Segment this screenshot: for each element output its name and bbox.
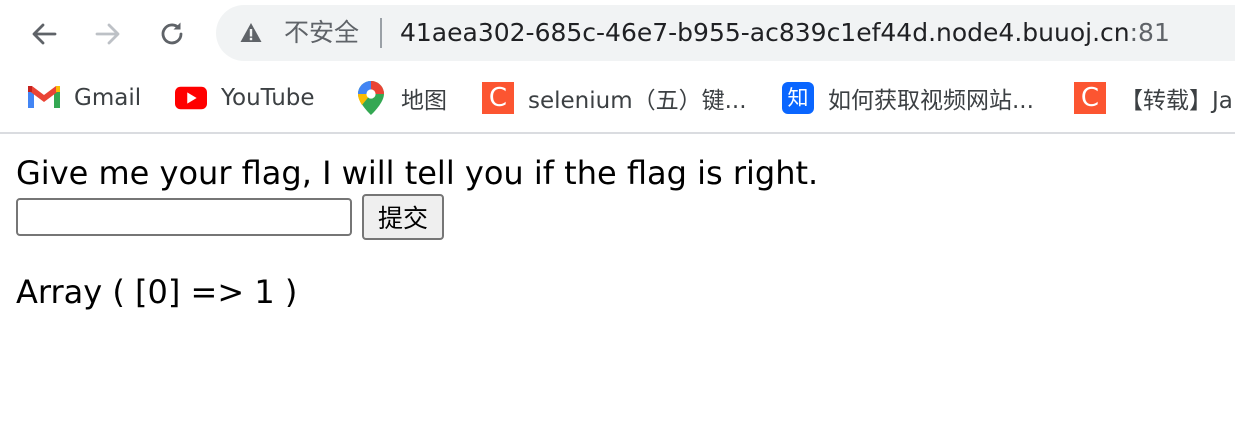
url-host: 41aea302-685c-46e7-b955-ac839c1ef44d.nod…: [400, 18, 1130, 47]
flag-prompt: Give me your flag, I will tell you if th…: [16, 154, 819, 192]
zhihu-icon: 知: [782, 82, 814, 114]
csdn-icon: C: [482, 82, 514, 114]
back-icon: [32, 23, 57, 45]
csdn-icon-glyph: C: [482, 82, 514, 114]
forward-icon: [95, 23, 120, 45]
csdn-icon: C: [1074, 82, 1106, 114]
bookmark-label: 如何获取视频网站...: [828, 88, 1034, 114]
submit-button[interactable]: 提交: [362, 194, 445, 240]
bookmark-label: YouTube: [221, 85, 315, 111]
forward-button[interactable]: [88, 14, 128, 54]
page-content: Give me your flag, I will tell you if th…: [16, 152, 818, 312]
flag-form: 提交: [16, 194, 818, 240]
bookmark-label: Gmail: [74, 85, 142, 111]
csdn-icon-glyph: C: [1074, 82, 1106, 114]
url-port: :81: [1129, 18, 1170, 47]
bookmark-label: 地图: [401, 88, 447, 114]
zhihu-icon-glyph: 知: [782, 82, 814, 114]
youtube-icon: [175, 82, 207, 114]
gmail-icon: [28, 82, 60, 114]
reload-icon: [161, 22, 183, 45]
warning-icon[interactable]: [240, 22, 262, 44]
bookmarks-bar: Gmail YouTube 地图 C selenium（五）键... 知 如何获…: [0, 68, 1235, 134]
bookmark-gmail[interactable]: Gmail: [28, 81, 141, 115]
browser-toolbar: 不安全 41aea302-685c-46e7-b955-ac839c1ef44d…: [0, 0, 1235, 68]
reload-button[interactable]: [152, 14, 192, 54]
maps-icon: [355, 81, 387, 115]
bookmark-video-site[interactable]: 知 如何获取视频网站...: [782, 81, 1034, 115]
url-text[interactable]: 41aea302-685c-46e7-b955-ac839c1ef44d.nod…: [400, 17, 1170, 49]
bookmark-repost[interactable]: C 【转载】Ja: [1074, 81, 1233, 115]
back-button[interactable]: [24, 14, 64, 54]
bookmark-maps[interactable]: 地图: [355, 81, 447, 115]
url-divider: [380, 18, 382, 48]
flag-input[interactable]: [16, 198, 352, 236]
result-output: Array ( [0] => 1 ): [16, 273, 298, 311]
bookmark-youtube[interactable]: YouTube: [175, 81, 315, 115]
address-bar[interactable]: 不安全 41aea302-685c-46e7-b955-ac839c1ef44d…: [216, 5, 1235, 61]
bookmark-label: 【转载】Ja: [1120, 88, 1233, 114]
bookmark-selenium[interactable]: C selenium（五）键...: [482, 81, 747, 115]
security-status-label[interactable]: 不安全: [284, 17, 359, 49]
bookmark-label: selenium（五）键...: [528, 88, 747, 114]
